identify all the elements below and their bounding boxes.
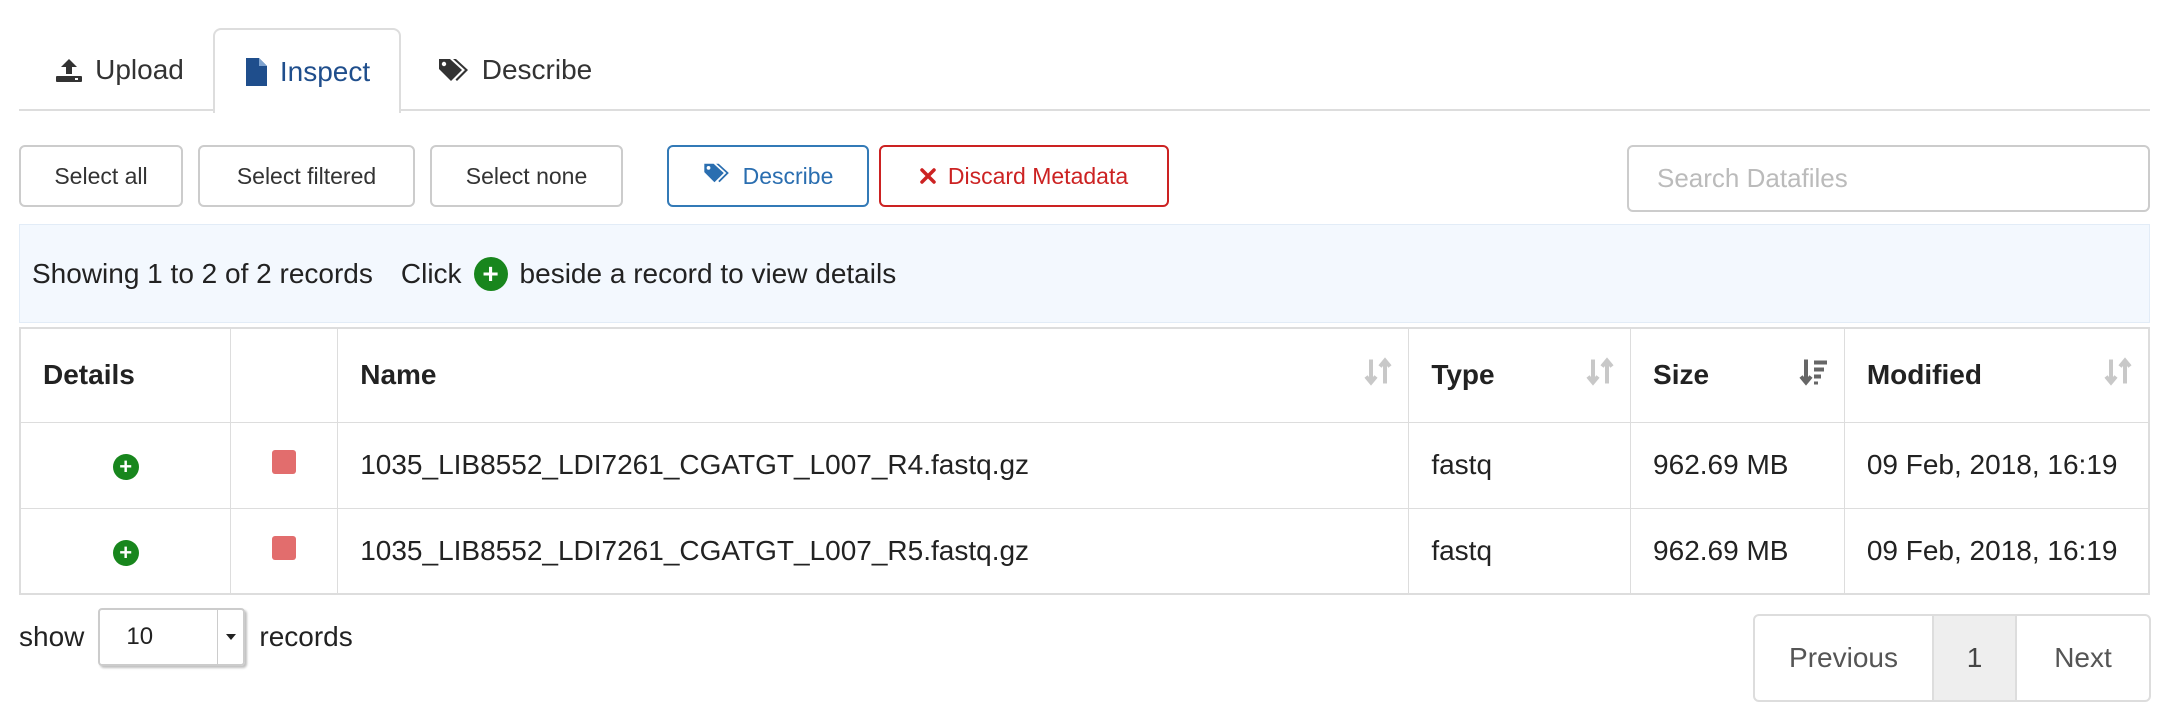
sort-icon[interactable] [1362,356,1394,395]
search-datafiles-input[interactable] [1627,145,2150,212]
table-row[interactable]: + 1035_LIB8552_LDI7261_CGATGT_L007_R4.fa… [19,421,2150,509]
discard-metadata-label: Discard Metadata [947,162,1129,189]
select-all-button[interactable]: Select all [19,145,183,207]
tab-upload-label: Upload [95,53,184,85]
records-info-bar: Showing 1 to 2 of 2 records Click + besi… [19,224,2150,323]
table-row[interactable]: + 1035_LIB8552_LDI7261_CGATGT_L007_R5.fa… [19,507,2150,595]
status-cell [230,421,339,509]
close-icon [920,163,936,190]
page-number-button[interactable]: 1 [1934,616,2017,700]
file-size: 962.69 MB [1630,507,1845,595]
discard-metadata-button[interactable]: Discard Metadata [879,145,1169,207]
sort-icon[interactable] [2102,356,2134,395]
show-label: show [19,621,85,652]
records-label: records [259,621,353,652]
tab-inspect-label: Inspect [279,55,371,87]
pagination: Previous 1 Next [1753,614,2151,702]
file-modified: 09 Feb, 2018, 16:19 [1843,507,2150,595]
next-page-button[interactable]: Next [2017,616,2149,700]
header-modified[interactable]: Modified [1843,327,2150,423]
file-icon [244,57,268,87]
table-header-row: Details Name Type Size Modified [19,327,2150,423]
file-size: 962.69 MB [1630,421,1845,509]
tab-bar: Upload Inspect Describe [19,28,2150,113]
describe-button[interactable]: Describe [667,145,869,207]
describe-button-label: Describe [742,162,834,189]
info-hint-text: beside a record to view details [519,257,897,289]
tab-inspect[interactable]: Inspect [213,28,401,113]
tags-icon [438,57,470,83]
status-cell [230,507,339,595]
file-type: fastq [1408,507,1632,595]
details-cell[interactable]: + [19,421,232,509]
info-click-text: Click [400,257,462,289]
status-square-icon [272,450,297,474]
caret-down-icon [217,610,243,664]
expand-details-icon[interactable]: + [112,539,139,566]
tab-describe-label: Describe [481,53,593,85]
file-name: 1035_LIB8552_LDI7261_CGATGT_L007_R5.fast… [337,507,1410,595]
file-modified: 09 Feb, 2018, 16:19 [1843,421,2150,509]
header-type[interactable]: Type [1408,327,1632,423]
expand-details-icon[interactable]: + [112,454,139,480]
header-size[interactable]: Size [1630,327,1845,423]
previous-page-button[interactable]: Previous [1755,616,1934,700]
status-square-icon [272,535,297,560]
file-type: fastq [1408,421,1632,509]
upload-icon [55,57,83,83]
details-cell[interactable]: + [19,507,232,595]
records-per-page: show 10 records [19,607,353,667]
plus-circle-icon: + [473,256,508,291]
records-per-page-value: 10 [126,623,154,650]
tags-icon [703,162,731,190]
records-summary: Showing 1 to 2 of 2 records [32,257,373,289]
header-details: Details [19,327,232,423]
header-status [230,327,339,423]
file-name: 1035_LIB8552_LDI7261_CGATGT_L007_R4.fast… [337,421,1410,509]
tab-upload[interactable]: Upload [37,28,202,111]
records-per-page-select[interactable]: 10 [98,608,246,666]
sort-amount-desc-icon[interactable] [1798,356,1830,395]
datafiles-table: Details Name Type Size Modified + 1035_L… [19,327,2150,595]
tab-describe[interactable]: Describe [419,28,611,111]
select-none-button[interactable]: Select none [430,145,623,207]
header-name[interactable]: Name [337,327,1410,423]
sort-icon[interactable] [1584,356,1616,395]
select-filtered-button[interactable]: Select filtered [198,145,415,207]
